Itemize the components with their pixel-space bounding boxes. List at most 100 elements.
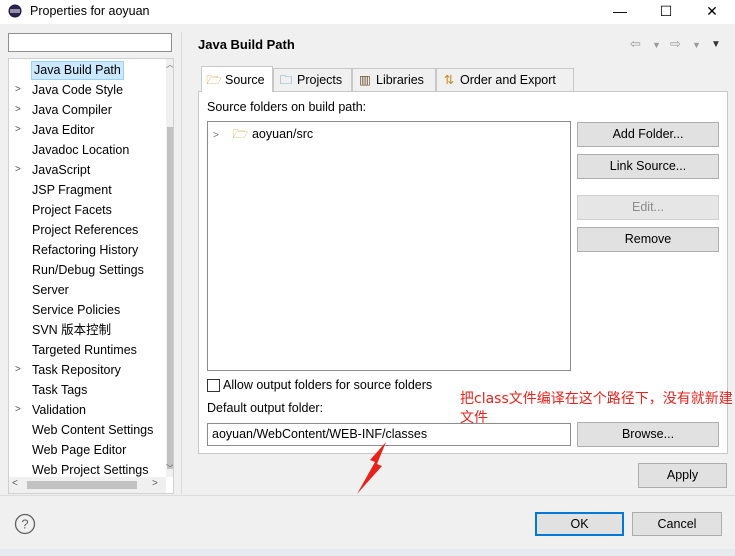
nav-item[interactable]: > Validation	[9, 400, 166, 420]
nav-item[interactable]: Service Policies	[9, 300, 166, 320]
nav-item-label: Targeted Runtimes	[32, 343, 137, 357]
nav-item-label: Service Policies	[32, 303, 121, 317]
nav-item-label: Task Repository	[32, 363, 121, 377]
close-button[interactable]: ✕	[689, 0, 735, 24]
ok-button[interactable]: OK	[535, 512, 624, 536]
nav-item[interactable]: Web Content Settings	[9, 420, 166, 440]
scroll-right-arrow-icon[interactable]: >	[152, 478, 158, 489]
footer-separator	[0, 495, 735, 496]
nav-scroll-thumb[interactable]	[167, 127, 173, 469]
source-folders-tree[interactable]: > 🗁 aoyuan/src	[207, 121, 571, 371]
scroll-up-arrow-icon[interactable]: ︿	[166, 59, 173, 70]
nav-item[interactable]: Task Tags	[9, 380, 166, 400]
nav-item-label: Refactoring History	[32, 243, 139, 257]
nav-item[interactable]: Refactoring History	[9, 240, 166, 260]
order-export-icon: ⇅	[443, 73, 455, 87]
forward-dropdown-icon[interactable]: ▼	[692, 40, 701, 50]
allow-output-folders-checkbox[interactable]	[207, 379, 220, 392]
nav-vertical-scrollbar[interactable]: ︿ ﹀	[166, 59, 173, 477]
eclipse-icon	[8, 4, 22, 18]
background-window-strip	[0, 549, 735, 556]
libraries-icon: ▥	[359, 73, 371, 87]
window-title: Properties for aoyuan	[30, 4, 150, 18]
expand-arrow-icon[interactable]: >	[15, 100, 25, 120]
expand-arrow-icon[interactable]: >	[15, 120, 25, 140]
nav-item[interactable]: > Java Compiler	[9, 100, 166, 120]
allow-output-folders-label: Allow output folders for source folders	[223, 378, 433, 392]
nav-item[interactable]: Server	[9, 280, 166, 300]
view-menu-icon[interactable]: ▼	[711, 39, 721, 50]
scroll-down-arrow-icon[interactable]: ﹀	[166, 463, 173, 474]
tab-projects[interactable]: 🗀 Projects	[273, 68, 352, 91]
add-folder-button[interactable]: Add Folder...	[577, 122, 719, 147]
tab-order-and-export[interactable]: ⇅ Order and Export	[436, 68, 574, 91]
nav-item-label: Java Editor	[32, 123, 95, 137]
nav-item-label: Project References	[32, 223, 139, 237]
filter-input[interactable]	[8, 33, 172, 52]
minimize-button[interactable]: —	[597, 0, 643, 24]
nav-item-label: SVN 版本控制	[32, 323, 112, 337]
back-dropdown-icon[interactable]: ▼	[652, 40, 661, 50]
nav-item[interactable]: Project Facets	[9, 200, 166, 220]
tab-source[interactable]: 🗁 Source	[201, 66, 273, 92]
source-folders-label: Source folders on build path:	[207, 100, 367, 114]
nav-item[interactable]: Targeted Runtimes	[9, 340, 166, 360]
cancel-button[interactable]: Cancel	[632, 512, 722, 536]
nav-item[interactable]: JSP Fragment	[9, 180, 166, 200]
edit-button[interactable]: Edit...	[577, 195, 719, 220]
nav-item[interactable]: Java Build Path	[9, 60, 166, 80]
expand-arrow-icon[interactable]: >	[15, 160, 25, 180]
title-bar: Properties for aoyuan — ☐ ✕	[0, 0, 735, 24]
nav-item-label: Java Compiler	[32, 103, 112, 117]
remove-button[interactable]: Remove	[577, 227, 719, 252]
tree-item-label: aoyuan/src	[251, 127, 314, 141]
package-folder-icon: 🗁	[232, 127, 248, 141]
properties-nav-tree: Java Build Path > Java Code Style > Java Com…	[8, 58, 174, 494]
nav-item-label: Project Facets	[32, 203, 112, 217]
source-folder-icon: 🗁	[206, 73, 222, 87]
nav-item[interactable]: Web Page Editor	[9, 440, 166, 460]
link-source-button[interactable]: Link Source...	[577, 154, 719, 179]
projects-icon: 🗀	[279, 73, 293, 87]
help-icon[interactable]: ?	[14, 513, 36, 535]
svg-text:?: ?	[21, 517, 28, 532]
nav-item-label: Web Content Settings	[32, 423, 154, 437]
nav-item-label: Server	[32, 283, 69, 297]
expand-arrow-icon[interactable]: >	[15, 80, 25, 100]
nav-item[interactable]: Run/Debug Settings	[9, 260, 166, 280]
nav-item-label: Java Build Path	[31, 61, 124, 80]
nav-item-label: JavaScript	[32, 163, 91, 177]
nav-hscroll-thumb[interactable]	[27, 481, 137, 489]
nav-horizontal-scrollbar[interactable]: < >	[9, 477, 166, 493]
page-title: Java Build Path	[198, 37, 295, 52]
expand-arrow-icon[interactable]: >	[213, 127, 225, 145]
pane-divider[interactable]	[181, 32, 182, 494]
nav-item-label: Validation	[32, 403, 86, 417]
back-arrow-icon[interactable]: ⇦	[630, 36, 641, 52]
nav-item-label: JSP Fragment	[32, 183, 112, 197]
default-output-folder-label: Default output folder:	[207, 401, 324, 415]
apply-button[interactable]: Apply	[638, 463, 727, 488]
nav-item[interactable]: Project References	[9, 220, 166, 240]
nav-item[interactable]: SVN 版本控制	[9, 320, 166, 340]
nav-item-label: Java Code Style	[32, 83, 124, 97]
nav-item-label: Javadoc Location	[32, 143, 130, 157]
scroll-left-arrow-icon[interactable]: <	[12, 478, 18, 489]
expand-arrow-icon[interactable]: >	[15, 400, 25, 420]
nav-item[interactable]: Javadoc Location	[9, 140, 166, 160]
annotation-note: 把class文件编译在这个路径下，没有就新建文件	[460, 391, 733, 426]
annotation-arrow	[357, 442, 386, 494]
nav-item[interactable]: > Task Repository	[9, 360, 166, 380]
properties-window: Properties for aoyuan — ☐ ✕ Java Build P…	[0, 0, 735, 556]
nav-item-label: Task Tags	[32, 383, 88, 397]
tree-item[interactable]: > 🗁 aoyuan/src	[213, 125, 313, 143]
nav-item[interactable]: > Java Code Style	[9, 80, 166, 100]
tab-libraries[interactable]: ▥ Libraries	[352, 68, 436, 91]
nav-item[interactable]: > JavaScript	[9, 160, 166, 180]
nav-item-label: Web Page Editor	[32, 443, 127, 457]
nav-item-label: Run/Debug Settings	[32, 263, 144, 277]
forward-arrow-icon[interactable]: ⇨	[670, 36, 681, 52]
maximize-button[interactable]: ☐	[643, 0, 689, 24]
nav-item[interactable]: > Java Editor	[9, 120, 166, 140]
expand-arrow-icon[interactable]: >	[15, 360, 25, 380]
